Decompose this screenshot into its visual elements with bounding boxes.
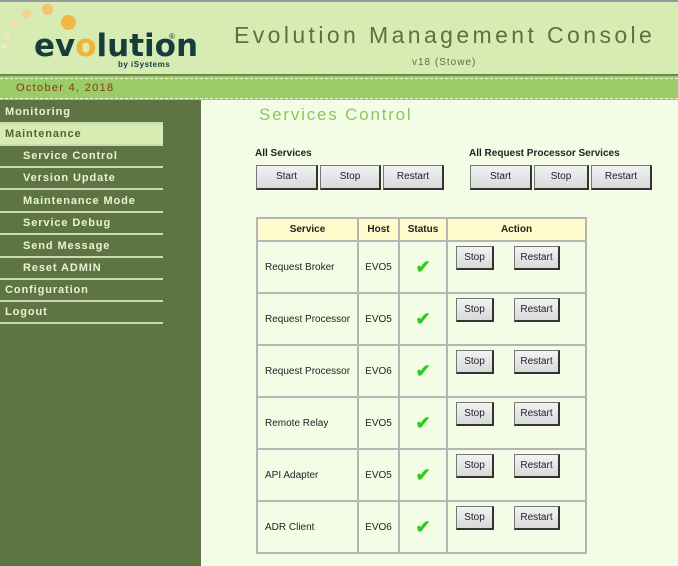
sidebar-item-send-message[interactable]: Send Message xyxy=(0,236,163,258)
all-rp-services-label: All Request Processor Services xyxy=(469,148,620,159)
action-cell: Stop Restart xyxy=(446,448,587,502)
status-cell: ✔ xyxy=(398,448,448,502)
sidebar-item-maintenance[interactable]: Maintenance xyxy=(0,124,163,146)
main-content: Services Control All Services Start Stop… xyxy=(201,100,678,566)
restart-button[interactable]: Restart xyxy=(514,506,560,530)
stop-button[interactable]: Stop xyxy=(456,350,494,374)
column-header-host: Host xyxy=(357,217,400,242)
status-cell: ✔ xyxy=(398,396,448,450)
table-row: Remote Relay EVO5 ✔ Stop Restart xyxy=(256,396,587,450)
service-name: ADR Client xyxy=(256,500,359,554)
sidebar-item-service-debug[interactable]: Service Debug xyxy=(0,213,163,235)
action-cell: Stop Restart xyxy=(446,344,587,398)
status-cell: ✔ xyxy=(398,292,448,346)
logo-text: lution xyxy=(96,28,199,64)
status-cell: ✔ xyxy=(398,240,448,294)
restart-button[interactable]: Restart xyxy=(514,350,560,374)
service-host: EVO5 xyxy=(357,396,400,450)
current-date: October 4, 2018 xyxy=(16,82,115,94)
sidebar-nav: Monitoring Maintenance Service Control V… xyxy=(0,100,201,566)
header: evolution ® by iSystems Evolution Manage… xyxy=(0,0,678,74)
service-host: EVO6 xyxy=(357,344,400,398)
action-cell: Stop Restart xyxy=(446,240,587,294)
logo-byline: by iSystems xyxy=(118,60,171,69)
all-services-restart-button[interactable]: Restart xyxy=(383,165,444,190)
evolution-logo: evolution ® by iSystems xyxy=(0,2,200,74)
service-name: Request Processor xyxy=(256,344,359,398)
all-rp-stop-button[interactable]: Stop xyxy=(534,165,589,190)
checkmark-icon: ✔ xyxy=(415,256,431,277)
all-services-stop-button[interactable]: Stop xyxy=(320,165,381,190)
all-services-label: All Services xyxy=(255,148,312,159)
app-title: Evolution Management Console xyxy=(234,22,656,48)
page-title: Services Control xyxy=(259,105,413,124)
logo-dot-icon xyxy=(4,32,10,38)
stop-button[interactable]: Stop xyxy=(456,454,494,478)
table-row: Request Broker EVO5 ✔ Stop Restart xyxy=(256,240,587,294)
restart-button[interactable]: Restart xyxy=(514,298,560,322)
action-cell: Stop Restart xyxy=(446,396,587,450)
column-header-status: Status xyxy=(398,217,448,242)
service-name: API Adapter xyxy=(256,448,359,502)
app-version: v18 (Stowe) xyxy=(412,57,477,68)
stop-button[interactable]: Stop xyxy=(456,246,494,270)
restart-button[interactable]: Restart xyxy=(514,454,560,478)
service-name: Request Broker xyxy=(256,240,359,294)
logo-text-o: o xyxy=(75,28,97,64)
table-header-row: Service Host Status Action xyxy=(256,217,587,242)
checkmark-icon: ✔ xyxy=(415,516,431,537)
registered-mark: ® xyxy=(169,32,175,41)
services-table: Service Host Status Action Request Broke… xyxy=(256,217,587,554)
logo-dot-icon xyxy=(10,20,18,28)
column-header-service: Service xyxy=(256,217,359,242)
sidebar-item-monitoring[interactable]: Monitoring xyxy=(0,102,163,124)
date-bar: October 4, 2018 xyxy=(0,74,678,100)
all-rp-start-button[interactable]: Start xyxy=(470,165,532,190)
sidebar-item-version-update[interactable]: Version Update xyxy=(0,168,163,190)
stop-button[interactable]: Stop xyxy=(456,506,494,530)
logo-dot-icon xyxy=(42,4,53,15)
service-host: EVO5 xyxy=(357,240,400,294)
restart-button[interactable]: Restart xyxy=(514,402,560,426)
service-host: EVO5 xyxy=(357,292,400,346)
all-services-start-button[interactable]: Start xyxy=(256,165,318,190)
status-cell: ✔ xyxy=(398,500,448,554)
table-row: Request Processor EVO5 ✔ Stop Restart xyxy=(256,292,587,346)
logo-dot-icon xyxy=(2,44,7,49)
table-row: API Adapter EVO5 ✔ Stop Restart xyxy=(256,448,587,502)
sidebar-item-configuration[interactable]: Configuration xyxy=(0,280,163,302)
action-cell: Stop Restart xyxy=(446,500,587,554)
status-cell: ✔ xyxy=(398,344,448,398)
sidebar-item-service-control[interactable]: Service Control xyxy=(0,146,163,168)
service-host: EVO6 xyxy=(357,500,400,554)
service-name: Remote Relay xyxy=(256,396,359,450)
restart-button[interactable]: Restart xyxy=(514,246,560,270)
action-cell: Stop Restart xyxy=(446,292,587,346)
service-name: Request Processor xyxy=(256,292,359,346)
table-row: Request Processor EVO6 ✔ Stop Restart xyxy=(256,344,587,398)
sidebar-item-logout[interactable]: Logout xyxy=(0,302,163,324)
sidebar-item-maintenance-mode[interactable]: Maintenance Mode xyxy=(0,191,163,213)
checkmark-icon: ✔ xyxy=(415,308,431,329)
logo-text: ev xyxy=(34,28,76,64)
table-row: ADR Client EVO6 ✔ Stop Restart xyxy=(256,500,587,554)
column-header-action: Action xyxy=(446,217,587,242)
stop-button[interactable]: Stop xyxy=(456,402,494,426)
all-rp-restart-button[interactable]: Restart xyxy=(591,165,652,190)
sidebar-item-reset-admin[interactable]: Reset ADMIN xyxy=(0,258,163,280)
checkmark-icon: ✔ xyxy=(415,360,431,381)
stop-button[interactable]: Stop xyxy=(456,298,494,322)
checkmark-icon: ✔ xyxy=(415,464,431,485)
logo-dot-icon xyxy=(22,9,31,18)
checkmark-icon: ✔ xyxy=(415,412,431,433)
service-host: EVO5 xyxy=(357,448,400,502)
